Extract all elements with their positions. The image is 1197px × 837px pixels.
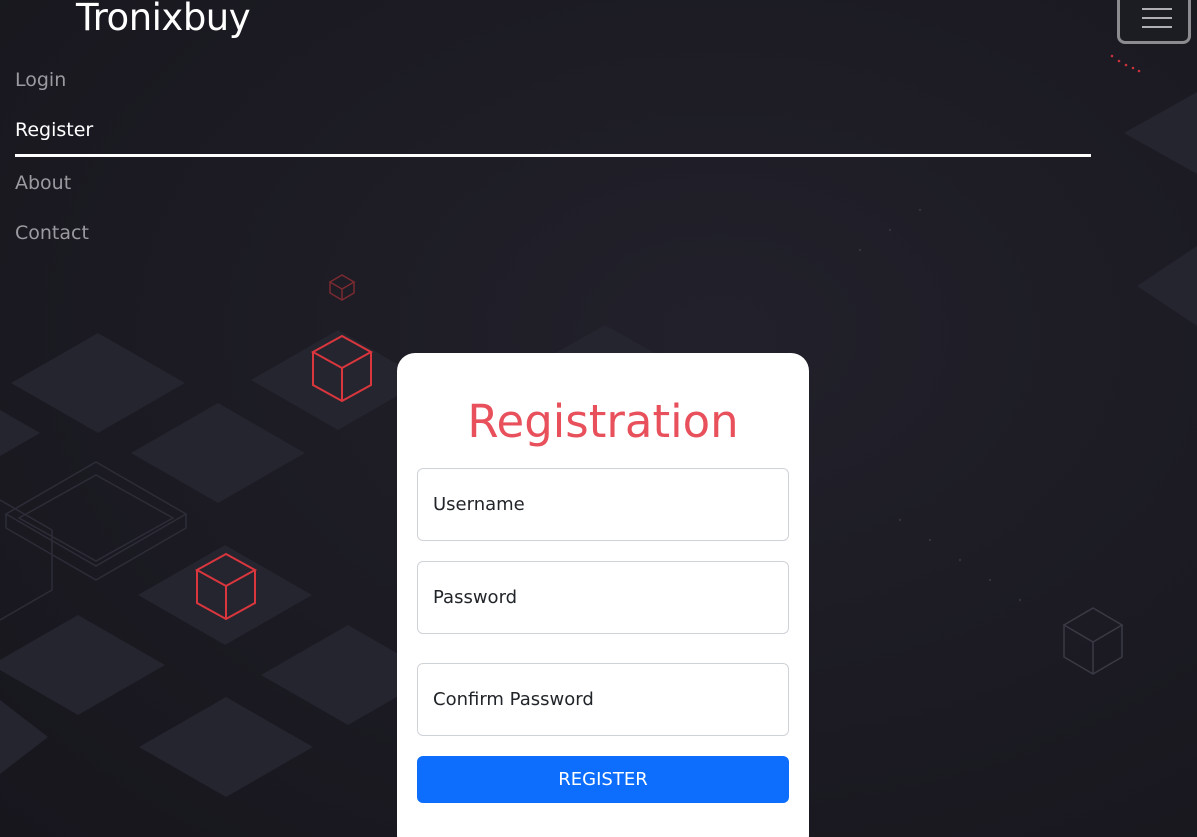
red-cube-small [328, 274, 356, 301]
bg-outline-edge [0, 499, 53, 621]
bg-tile [1137, 246, 1197, 326]
hamburger-icon-bar [1142, 26, 1172, 28]
bg-tile [11, 333, 185, 433]
bg-tile [0, 615, 165, 715]
bg-outline-edge [5, 514, 187, 581]
bg-gray-cube [1062, 607, 1124, 675]
hamburger-icon-bar [1142, 17, 1172, 19]
register-button[interactable]: REGISTER [417, 756, 789, 803]
registration-title: Registration [467, 395, 739, 448]
nav-menu: Login Register About Contact [15, 62, 1091, 265]
bg-dots [858, 208, 1022, 602]
nav-item-about[interactable]: About [15, 165, 1091, 215]
brand-logo-text[interactable]: Tronixbuy [76, 0, 251, 39]
red-dots [1110, 54, 1141, 73]
bg-tile [139, 697, 313, 797]
bg-tile [1124, 92, 1197, 174]
bg-tile [0, 410, 40, 456]
bg-tile [0, 700, 48, 774]
navbar-toggler-button[interactable] [1117, 0, 1191, 44]
username-input[interactable] [417, 468, 789, 541]
bg-outline-tile [4, 461, 188, 567]
confirm-password-input[interactable] [417, 663, 789, 736]
password-input[interactable] [417, 561, 789, 634]
nav-item-register[interactable]: Register [15, 112, 1091, 157]
nav-item-login[interactable]: Login [15, 62, 1091, 112]
nav-item-contact[interactable]: Contact [15, 215, 1091, 265]
hamburger-icon [1142, 8, 1172, 10]
registration-card: Registration REGISTER [397, 353, 809, 837]
bg-tile [131, 403, 305, 503]
page: Tronixbuy Login Register About Contact R… [0, 0, 1197, 837]
